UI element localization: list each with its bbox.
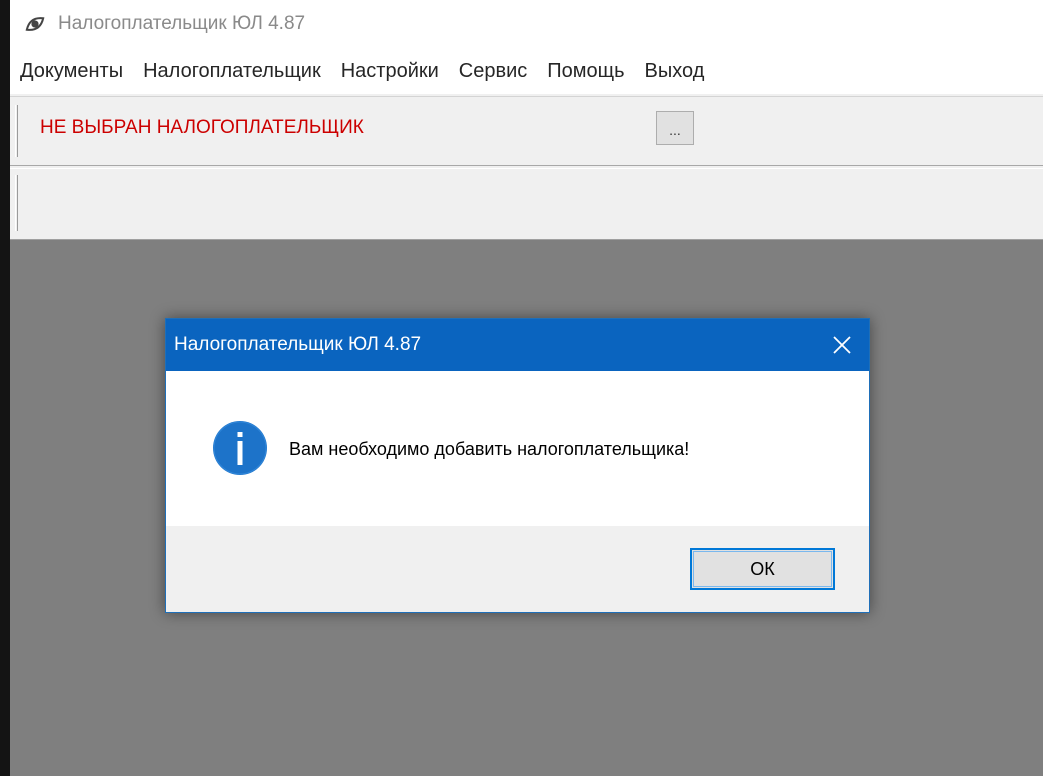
dialog-footer: ОК (166, 526, 869, 612)
menu-item-taxpayer[interactable]: Налогоплательщик (135, 60, 329, 83)
toolbar-grip[interactable] (15, 105, 18, 157)
menu-item-service[interactable]: Сервис (451, 60, 536, 83)
menu-item-settings[interactable]: Настройки (333, 60, 447, 83)
dialog-title: Налогоплательщик ЮЛ 4.87 (174, 334, 422, 355)
window-title: Налогоплательщик ЮЛ 4.87 (58, 13, 306, 34)
app-window: Налогоплательщик ЮЛ 4.87 Документы Налог… (10, 0, 1043, 776)
menu-item-documents[interactable]: Документы (10, 60, 131, 83)
dialog-body: Вам необходимо добавить налогоплательщик… (166, 371, 869, 526)
menu-bar: Документы Налогоплательщик Настройки Сер… (10, 48, 1043, 94)
info-icon (211, 419, 269, 477)
toolbar-grip[interactable] (15, 175, 18, 231)
dialog-titlebar[interactable]: Налогоплательщик ЮЛ 4.87 (166, 319, 869, 371)
window-titlebar[interactable]: Налогоплательщик ЮЛ 4.87 (10, 0, 1043, 48)
menu-item-help[interactable]: Помощь (539, 60, 632, 83)
taxpayer-status-label: НЕ ВЫБРАН НАЛОГОПЛАТЕЛЬЩИК (40, 117, 364, 138)
dialog-message: Вам необходимо добавить налогоплательщик… (289, 439, 690, 459)
app-eye-icon (22, 12, 48, 36)
menu-item-exit[interactable]: Выход (637, 60, 713, 83)
taxpayer-toolbar: НЕ ВЫБРАН НАЛОГОПЛАТЕЛЬЩИК ... (10, 96, 1043, 166)
select-taxpayer-button[interactable]: ... (656, 111, 694, 145)
ok-button[interactable]: ОК (690, 548, 835, 590)
message-dialog: Налогоплательщик ЮЛ 4.87 Вам необходимо … (165, 318, 870, 613)
desktop-edge (0, 0, 10, 776)
screen: Налогоплательщик ЮЛ 4.87 Документы Налог… (0, 0, 1043, 776)
secondary-toolbar (10, 168, 1043, 240)
close-icon[interactable] (829, 332, 855, 358)
